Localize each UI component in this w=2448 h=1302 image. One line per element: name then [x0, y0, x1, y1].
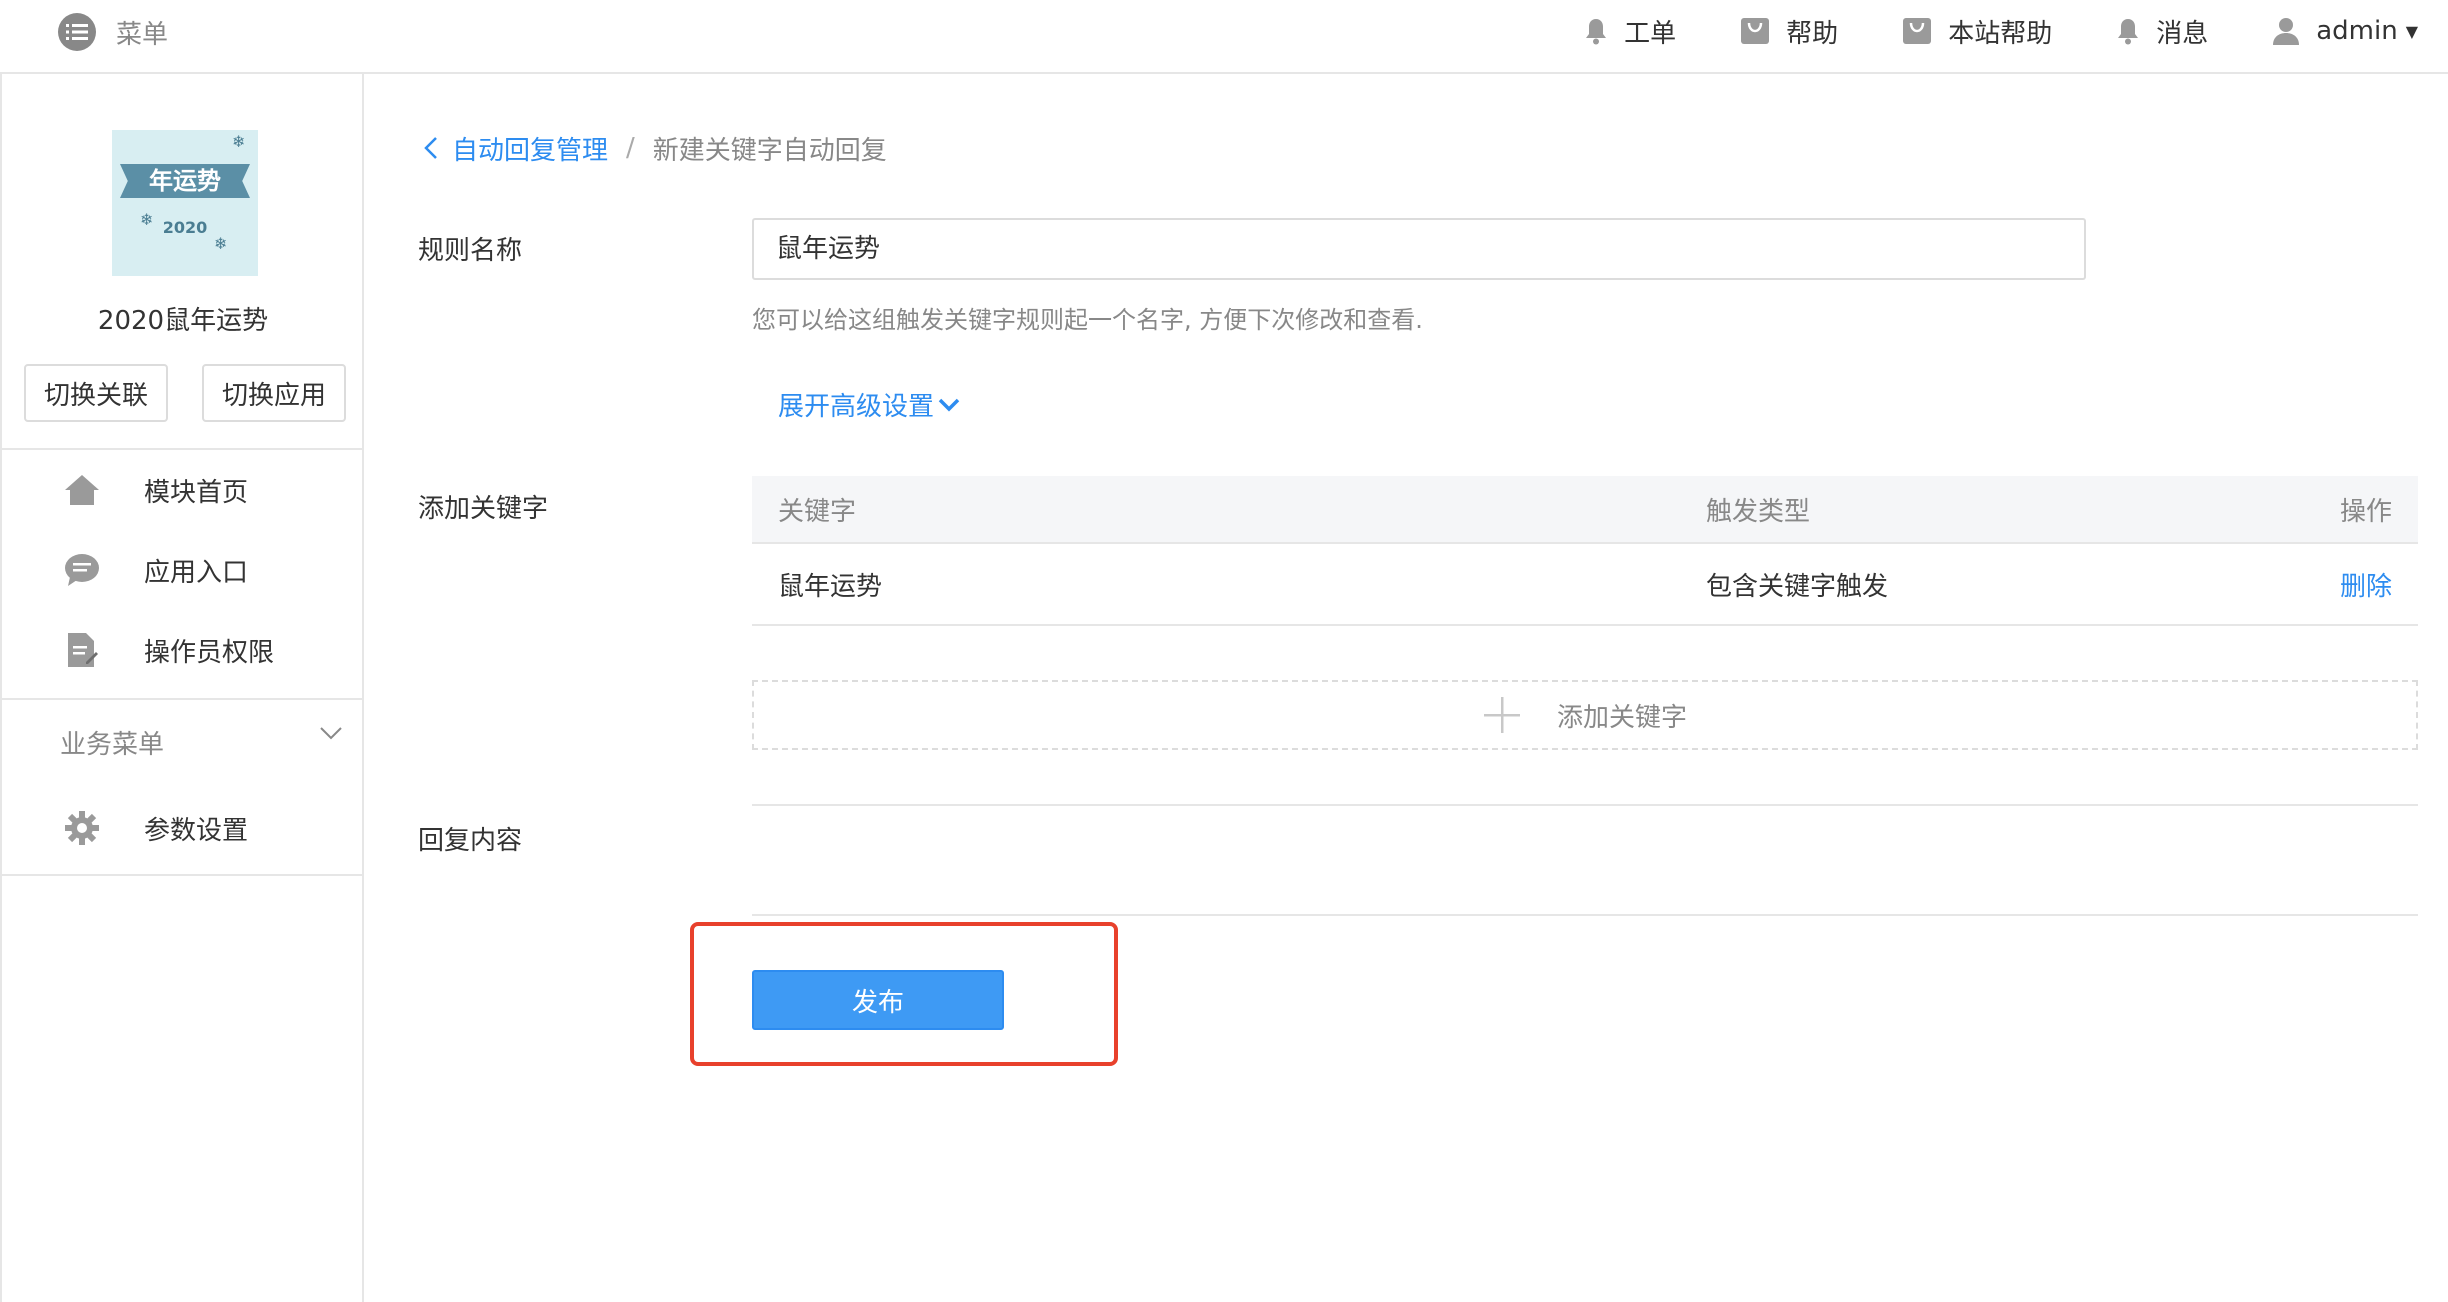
topbar-user-menu[interactable]: admin ▼: [2272, 16, 2418, 46]
home-icon: [62, 470, 102, 510]
divider: [2, 698, 364, 700]
sidebar-item-label: 参数设置: [144, 815, 249, 846]
snowflake-icon: ❄: [140, 210, 154, 229]
plus-icon: [1483, 697, 1520, 733]
topbar-item-label: 工单: [1624, 18, 1677, 49]
topbar-item-help[interactable]: 帮助: [1740, 13, 1838, 50]
app-name: 2020鼠年运势: [97, 306, 269, 336]
advanced-settings-label: 展开高级设置: [778, 392, 935, 422]
group-title[interactable]: 业务菜单: [60, 724, 164, 761]
chevron-down-icon: [938, 398, 960, 411]
bag-icon: [1902, 17, 1932, 45]
app-logo: ❄ 年运势 2020 ❄ ❄: [112, 130, 258, 276]
breadcrumb-parent-label: 自动回复管理: [452, 135, 609, 166]
column-header-trigger-type: 触发类型: [1706, 496, 1811, 527]
sidebar-item-operator-permissions[interactable]: 操作员权限: [2, 620, 364, 680]
caret-down-icon: ▼: [2405, 21, 2418, 41]
document-edit-icon: [62, 630, 102, 670]
breadcrumb-separator: /: [626, 133, 635, 163]
divider: [2, 448, 364, 450]
add-keyword-button-label: 添加关键字: [1556, 702, 1687, 733]
divider: [752, 804, 2418, 806]
chat-bubble-icon: [62, 550, 102, 590]
sidebar-item-parameter-settings[interactable]: 参数设置: [2, 798, 364, 858]
gear-icon: [62, 808, 102, 848]
bell-icon: [1584, 17, 1608, 45]
sidebar-item-label: 模块首页: [144, 477, 249, 508]
breadcrumb-parent-link[interactable]: 自动回复管理: [424, 130, 608, 167]
advanced-settings-toggle[interactable]: 展开高级设置: [778, 386, 960, 423]
trigger-type-cell: 包含关键字触发: [1706, 571, 1889, 602]
sidebar: ❄ 年运势 2020 ❄ ❄ 2020鼠年运势 切换关联 切换应用 模块首页 应…: [0, 74, 364, 1302]
chevron-left-icon: [424, 137, 437, 159]
divider: [2, 874, 364, 876]
username: admin: [2316, 16, 2398, 46]
menu-label: 菜单: [116, 19, 169, 50]
user-icon: [2272, 16, 2300, 46]
topbar-item-ticket[interactable]: 工单: [1584, 13, 1676, 50]
breadcrumb: 自动回复管理 / 新建关键字自动回复: [424, 128, 887, 168]
sidebar-item-module-home[interactable]: 模块首页: [2, 460, 364, 520]
breadcrumb-current: 新建关键字自动回复: [652, 135, 887, 166]
column-header-keyword: 关键字: [778, 496, 857, 527]
list-icon: [58, 13, 96, 51]
snowflake-icon: ❄: [232, 132, 246, 151]
topbar-item-messages[interactable]: 消息: [2116, 13, 2208, 50]
keyword-cell: 鼠年运势: [778, 571, 883, 602]
topbar-item-label: 本站帮助: [1948, 18, 2053, 49]
top-bar: 菜单 工单 帮助 本站帮助 消息 admin ▼: [0, 0, 2448, 74]
bell-icon: [2116, 17, 2140, 45]
snowflake-icon: ❄: [214, 234, 228, 253]
table-row: 鼠年运势 包含关键字触发 删除: [752, 542, 2418, 626]
menu-toggle[interactable]: 菜单: [58, 12, 168, 52]
topbar-item-label: 帮助: [1786, 18, 1839, 49]
keyword-table: 关键字 触发类型 操作 鼠年运势 包含关键字触发 删除: [752, 476, 2418, 626]
column-header-action: 操作: [2339, 496, 2392, 527]
switch-link-button[interactable]: 切换关联: [24, 364, 168, 422]
reply-content-label: 回复内容: [418, 826, 523, 856]
app-logo-title: 年运势: [120, 164, 250, 198]
rule-name-input[interactable]: 鼠年运势: [752, 218, 2086, 280]
app-logo-year: 2020: [162, 218, 208, 237]
add-keyword-label: 添加关键字: [418, 494, 549, 524]
table-header: 关键字 触发类型 操作: [752, 476, 2418, 542]
topbar-item-site-help[interactable]: 本站帮助: [1902, 13, 2052, 50]
add-keyword-button[interactable]: 添加关键字: [752, 680, 2418, 750]
publish-button[interactable]: 发布: [752, 970, 1004, 1030]
rule-name-label: 规则名称: [418, 236, 523, 266]
sidebar-item-label: 操作员权限: [144, 637, 275, 668]
switch-app-button[interactable]: 切换应用: [202, 364, 346, 422]
topbar-item-label: 消息: [2156, 18, 2209, 49]
sidebar-item-label: 应用入口: [144, 557, 249, 588]
rule-name-hint: 您可以给这组触发关键字规则起一个名字, 方便下次修改和查看.: [752, 306, 1423, 334]
sidebar-item-app-entry[interactable]: 应用入口: [2, 540, 364, 600]
divider: [752, 914, 2418, 916]
delete-link[interactable]: 删除: [2340, 566, 2392, 603]
chevron-down-icon[interactable]: [320, 726, 342, 745]
bag-icon: [1740, 17, 1770, 45]
